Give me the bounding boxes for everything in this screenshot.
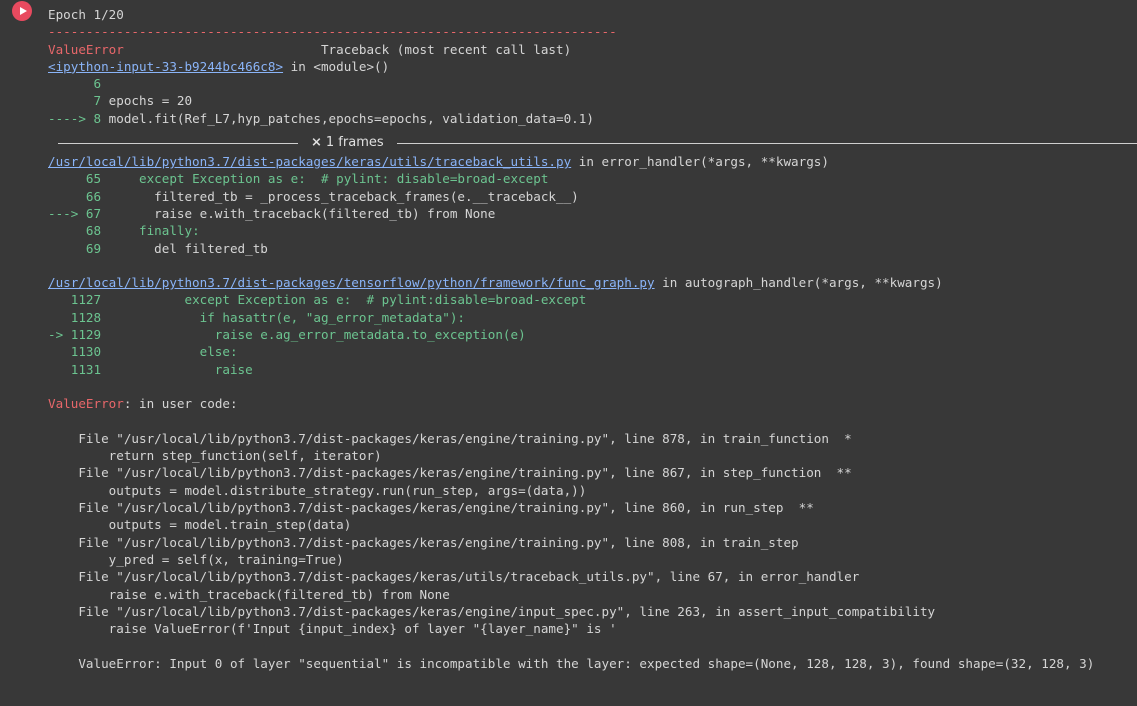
code-text: filtered_tb = _process_traceback_frames(… [101,188,579,204]
code-text: except Exception as e: # pylint: disable… [101,171,549,187]
code-text: raise e.ag_error_metadata.to_exception(e… [101,327,526,343]
code-text: model.fit(Ref_L7,hyp_patches,epochs=epoc… [101,110,594,126]
line-number: 66 [48,188,102,204]
frames-divider: ⨯ 1 frames [58,133,1137,153]
final-error-message: ValueError: Input 0 of layer "sequential… [48,655,1095,671]
code-line: 69 del filtered_tb [48,240,1137,257]
code-text: raise [101,361,253,377]
error-name: ValueError [48,396,124,412]
trace-line: File "/usr/local/lib/python3.7/dist-pack… [48,534,799,550]
user-code-error: ValueError: in user code: [48,395,1137,412]
code-line-current: -> 1129 raise e.ag_error_metadata.to_exc… [48,326,1137,343]
trace-line: raise e.with_traceback(filtered_tb) from… [48,586,450,602]
trace-line: raise ValueError(f'Input {input_index} o… [48,621,617,637]
code-line: 1131 raise [48,361,1137,378]
code-line: 1130 else: [48,343,1137,360]
code-line-current: ----> 8 model.fit(Ref_L7,hyp_patches,epo… [48,110,1137,127]
code-text: finally: [101,223,200,239]
trace-line: File "/usr/local/lib/python3.7/dist-pack… [48,430,852,446]
line-number: 6 [48,76,102,92]
frame-file-link[interactable]: /usr/local/lib/python3.7/dist-packages/t… [48,275,655,290]
trace-line: File "/usr/local/lib/python3.7/dist-pack… [48,569,860,585]
frames-label: 1 frames [325,135,384,151]
line-number: -> 1129 [48,327,102,343]
line-number: ---> 67 [48,205,102,221]
trace-line: y_pred = self(x, training=True) [48,551,344,567]
code-line: 68 finally: [48,222,1137,239]
code-text: epochs = 20 [101,93,193,109]
trace-line: outputs = model.distribute_strategy.run(… [48,482,587,498]
line-number: 1130 [48,344,102,360]
collapse-x-icon: ⨯ [311,135,322,151]
code-line: 1128 if hasattr(e, "ag_error_metadata"): [48,309,1137,326]
frame-file-link[interactable]: /usr/local/lib/python3.7/dist-packages/k… [48,154,571,169]
frames-toggle[interactable]: ⨯ 1 frames [311,133,384,153]
trace-line: return step_function(self, iterator) [48,448,382,464]
frame-header: /usr/local/lib/python3.7/dist-packages/k… [48,153,1137,170]
line-number: 69 [48,240,102,256]
frame-header: /usr/local/lib/python3.7/dist-packages/t… [48,274,1137,291]
epoch-line: Epoch 1/20 [48,7,124,22]
frame-location: in error_handler(*args, **kwargs) [571,154,829,170]
run-cell-button[interactable] [12,1,32,21]
trace-line: File "/usr/local/lib/python3.7/dist-pack… [48,603,936,619]
line-number: 68 [48,223,102,239]
cell-output: Epoch 1/20 -----------------------------… [0,0,1137,706]
error-name: ValueError [48,41,124,57]
trace-line: outputs = model.train_step(data) [48,517,352,533]
trace-line: File "/usr/local/lib/python3.7/dist-pack… [48,465,852,481]
play-icon [20,6,27,15]
divider-rule [58,143,298,145]
code-text: del filtered_tb [101,240,268,256]
code-text: except Exception as e: # pylint:disable=… [101,292,587,308]
frame-location: in autograph_handler(*args, **kwargs) [654,275,943,291]
code-text: else: [101,344,238,360]
frame-location: in <module>() [283,58,390,74]
code-line: 1127 except Exception as e: # pylint:dis… [48,291,1137,308]
traceback-title: Traceback (most recent call last) [123,41,572,57]
output-area: Epoch 1/20 -----------------------------… [48,6,1137,672]
code-text: raise e.with_traceback(filtered_tb) from… [101,205,496,221]
line-number: 7 [48,93,102,109]
code-line: 7 epochs = 20 [48,92,1137,109]
code-line: 65 except Exception as e: # pylint: disa… [48,170,1137,187]
traceback-header: ValueError Traceback (most recent call l… [48,41,1137,58]
divider-rule [397,143,1137,145]
line-number: 1127 [48,292,102,308]
code-line-current: ---> 67 raise e.with_traceback(filtered_… [48,205,1137,222]
trace-line: File "/usr/local/lib/python3.7/dist-pack… [48,500,814,516]
frame-header: <ipython-input-33-b9244bc466c8> in <modu… [48,58,1137,75]
code-text: if hasattr(e, "ag_error_metadata"): [101,309,466,325]
current-line-arrow: ----> 8 [48,110,102,126]
separator-line: ----------------------------------------… [48,24,617,40]
line-number: 65 [48,171,102,187]
frame-file-link[interactable]: <ipython-input-33-b9244bc466c8> [48,59,283,74]
code-line: 66 filtered_tb = _process_traceback_fram… [48,188,1137,205]
line-number: 1128 [48,309,102,325]
code-line: 6 [48,75,1137,92]
error-message: : in user code: [123,396,238,412]
line-number: 1131 [48,361,102,377]
